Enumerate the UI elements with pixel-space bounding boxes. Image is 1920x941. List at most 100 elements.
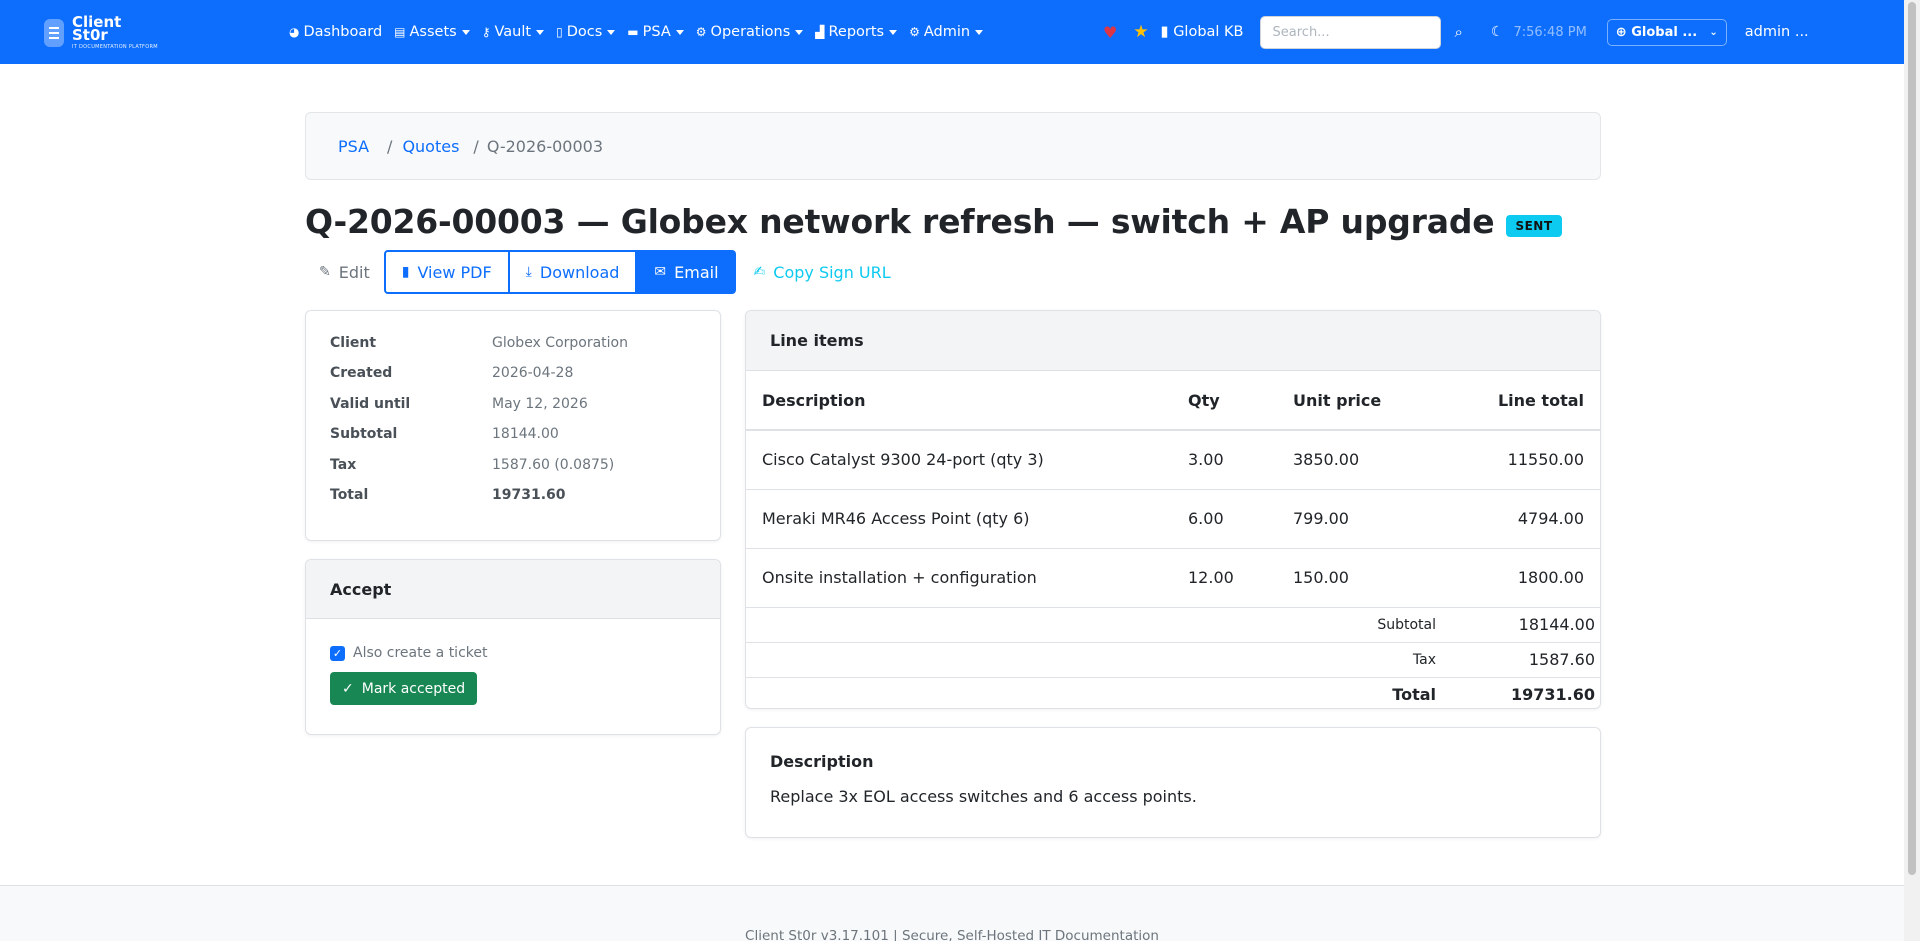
nav-right-tools: ♥ ★ ▮ Global KB ⌕ ☾ 7:56:48 PM ⊕ Global … [1103,0,1809,64]
total-label: Total [1392,685,1436,705]
nav-operations[interactable]: ⚙ Operations [695,24,804,40]
user-menu[interactable]: admin ... [1745,24,1809,40]
copy-sign-url-label: Copy Sign URL [773,262,891,282]
description-text: Replace 3x EOL access switches and 6 acc… [770,787,1197,806]
chevron-down-icon [607,29,616,35]
chevron-down-icon [889,29,898,35]
nav-assets[interactable]: ▤ Assets [394,24,470,40]
item-line-total: 4794.00 [1441,489,1600,549]
download-button[interactable]: ⤓ Download [509,250,638,294]
heart-icon[interactable]: ♥ [1103,23,1117,42]
info-row-created: Created 2026-04-28 [330,365,696,395]
search-icon[interactable]: ⌕ [1455,23,1463,41]
subtotal-value: 18144.00 [1441,607,1600,643]
nav-reports[interactable]: ▟ Reports [815,24,898,40]
info-row-subtotal: Subtotal 18144.00 [330,426,696,456]
info-label: Total [330,486,369,503]
brand-logo-link[interactable]: Client St0r IT DOCUMENTATION PLATFORM [44,15,158,50]
scrollbar-thumb[interactable] [1908,2,1916,875]
table-row: Cisco Catalyst 9300 24-port (qty 3) 3.00… [746,430,1600,490]
accept-card: Accept ✓ Also create a ticket ✓ Mark acc… [305,559,721,735]
nav-docs-label: Docs [566,24,603,40]
chevron-down-icon [536,29,545,35]
table-header-row: Description Qty Unit price Line total [746,371,1600,431]
nav-vault-label: Vault [494,24,532,40]
info-label: Valid until [330,395,411,412]
copy-sign-url-button[interactable]: ✍ Copy Sign URL [754,263,891,282]
create-ticket-checkbox-row[interactable]: ✓ Also create a ticket [330,645,696,661]
info-label: Tax [330,456,357,473]
gears-icon: ⚙ [695,25,707,39]
status-badge: SENT [1506,214,1562,237]
item-line-total: 1800.00 [1441,548,1600,608]
envelope-icon: ✉ [654,264,667,280]
breadcrumb: PSA / Quotes / Q-2026-00003 [305,112,1601,180]
chevron-down-icon: ⌄ [1709,26,1718,38]
pencil-icon: ✎ [319,264,331,280]
create-ticket-checkbox[interactable]: ✓ [330,645,345,661]
info-value: Globex Corporation [492,335,628,351]
accept-card-title: Accept [306,560,720,619]
nav-operations-label: Operations [710,24,791,40]
item-unit-price: 3850.00 [1277,430,1441,490]
email-button[interactable]: ✉ Email [637,250,736,294]
global-kb-label: Global KB [1173,24,1244,40]
edit-button-label: Edit [338,262,370,282]
subtotal-row: Subtotal 18144.00 [746,607,1600,643]
tax-row: Tax 1587.60 [746,642,1600,678]
info-row-tax: Tax 1587.60 (0.0875) [330,457,696,487]
nav-docs[interactable]: ▯ Docs [556,24,616,40]
table-row: Onsite installation + configuration 12.0… [746,548,1600,608]
view-pdf-button[interactable]: ▮ View PDF [383,250,510,294]
nav-vault[interactable]: ⚷ Vault [481,24,545,40]
dashboard-icon: ◕ [289,25,300,39]
chevron-down-icon [675,29,684,35]
page-footer: Client St0r v3.17.101 | Secure, Self-Hos… [0,885,1904,941]
title-row: Q-2026-00003 — Globex network refresh — … [305,202,1562,241]
breadcrumb-separator: / [387,136,393,156]
key-icon: ⚷ [481,25,491,39]
star-icon[interactable]: ★ [1133,22,1148,42]
total-row: Total 19731.60 [746,677,1600,708]
item-line-total: 11550.00 [1441,430,1600,490]
breadcrumb-current: Q-2026-00003 [486,136,604,156]
info-label: Client [330,335,377,351]
column-header: Unit price [1277,371,1441,431]
book-icon: ▮ [1160,24,1169,40]
item-qty: 12.00 [1172,548,1277,608]
item-description: Meraki MR46 Access Point (qty 6) [746,489,1172,549]
scope-selector[interactable]: ⊕ Global ... ⌄ [1606,18,1727,46]
mark-accepted-button[interactable]: ✓ Mark accepted [330,672,478,705]
item-description: Onsite installation + configuration [746,548,1172,608]
page-scrollbar[interactable] [1904,0,1920,941]
nav-dashboard[interactable]: ◕ Dashboard [289,24,382,40]
info-row-client: Client Globex Corporation [330,335,696,365]
chevron-down-icon [975,29,984,35]
nav-psa[interactable]: ▬ PSA [627,24,684,40]
main-nav: ◕ Dashboard ▤ Assets ⚷ Vault ▯ Docs ▬ PS… [289,0,995,64]
item-unit-price: 799.00 [1277,489,1441,549]
column-header: Description [746,371,1172,431]
line-items-title: Line items [746,311,1600,371]
info-label: Subtotal [330,426,398,443]
breadcrumb-psa[interactable]: PSA [338,137,369,156]
global-kb-link[interactable]: ▮ Global KB [1161,24,1244,40]
nav-reports-label: Reports [828,24,885,40]
info-value: 18144.00 [492,426,559,443]
quote-info-card: Client Globex Corporation Created 2026-0… [305,310,721,541]
info-value: 19731.60 [492,486,566,503]
assets-icon: ▤ [394,25,406,39]
action-toolbar: ✎ Edit ▮ View PDF ⤓ Download ✉ Email ✍ C… [305,250,891,294]
tax-value: 1587.60 [1441,642,1600,678]
search-input[interactable] [1259,15,1441,49]
info-row-total: Total 19731.60 [330,487,696,517]
nav-admin[interactable]: ⚙ Admin [909,24,984,40]
item-qty: 6.00 [1172,489,1277,549]
moon-icon[interactable]: ☾ [1491,24,1504,40]
edit-button[interactable]: ✎ Edit [305,250,384,294]
brand-logo-icon [44,19,64,47]
scope-label: Global ... [1631,24,1698,40]
breadcrumb-quotes[interactable]: Quotes [402,137,459,156]
create-ticket-label[interactable]: Also create a ticket [353,645,487,661]
info-value: 1587.60 (0.0875) [492,456,615,473]
